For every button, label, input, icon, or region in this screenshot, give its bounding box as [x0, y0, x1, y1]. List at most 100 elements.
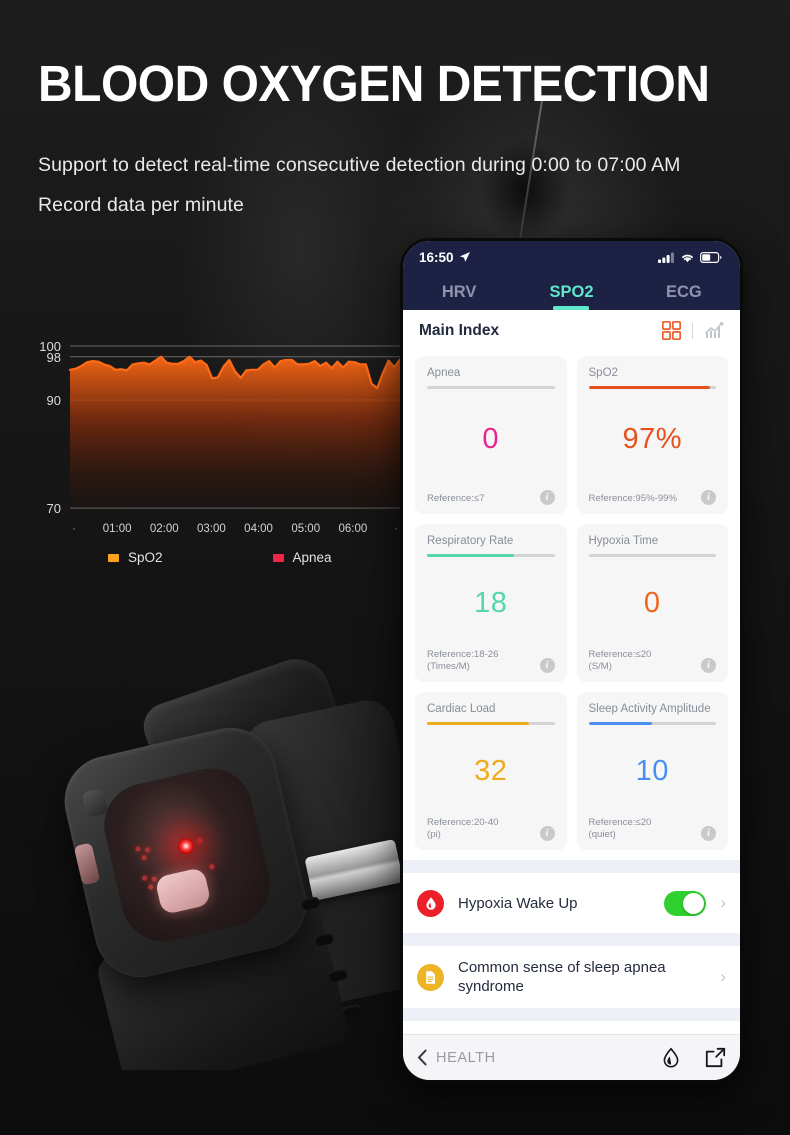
location-arrow-icon	[459, 252, 470, 262]
document-icon	[417, 963, 444, 991]
metric-card-footer: Reference:95%-99% i	[589, 490, 716, 505]
chevron-left-icon	[418, 1049, 427, 1066]
chart-x-tick-label: 06:00	[338, 523, 367, 535]
section-divider-2	[403, 933, 740, 946]
metric-card[interactable]: Hypoxia Time 0 Reference:≤20 (S/M) i	[576, 524, 728, 682]
metric-progress-track	[427, 386, 555, 389]
page-title: BLOOD OXYGEN DETECTION	[38, 55, 710, 112]
legend-swatch-apnea	[272, 553, 284, 562]
metric-card-title: Hypoxia Time	[588, 535, 659, 547]
metric-reference: Reference:≤7	[427, 493, 485, 504]
metric-card-footer: Reference:18-26 (Times/M) i	[427, 649, 555, 673]
subtitle-line-2: Record data per minute	[38, 194, 244, 216]
info-icon[interactable]: i	[701, 826, 716, 841]
chart-legend: SpO2 Apnea	[108, 550, 332, 565]
metric-reference: Reference:≤20 (quiet)	[588, 817, 652, 840]
back-to-health-button[interactable]: HEALTH	[417, 1049, 496, 1066]
metric-progress-track	[588, 386, 716, 389]
metric-card-footer: Reference:20-40 (pi) i	[427, 817, 555, 841]
metric-reference: Reference:20-40 (pi)	[427, 817, 499, 840]
smartwatch-photo	[0, 600, 420, 1070]
metric-card-title: Apnea	[427, 367, 461, 379]
battery-icon	[700, 251, 722, 263]
metric-value: 0	[643, 586, 661, 619]
info-icon[interactable]: i	[539, 490, 555, 505]
metric-value: 18	[474, 586, 508, 619]
page-subtitle: Support to detect real-time consecutive …	[38, 145, 768, 225]
metric-card-footer: Reference:≤20 (quiet) i	[588, 817, 716, 841]
chart-y-tick-label: 70	[47, 501, 61, 516]
info-icon[interactable]: i	[539, 658, 555, 673]
row-hypoxia-wake-up[interactable]: Hypoxia Wake Up ›	[403, 873, 740, 933]
status-time: 16:50	[419, 249, 454, 265]
legend-item-spo2: SpO2	[108, 550, 163, 565]
chart-x-tick-label: 02:00	[150, 523, 179, 535]
chart-x-edge-tick: ·	[394, 523, 398, 535]
chart-area-fill	[70, 356, 400, 508]
metric-reference: Reference:18-26 (Times/M)	[427, 649, 499, 672]
metric-value: 32	[474, 754, 508, 787]
phone-mockup: 16:50 HRV SPO2 ECG Main Index Apnea 0 Re…	[400, 238, 743, 1083]
chart-x-edge-tick: ·	[72, 523, 76, 535]
metric-card[interactable]: Apnea 0 Reference:≤7 i	[415, 356, 567, 514]
metric-progress-track	[427, 722, 555, 725]
legend-item-apnea: Apnea	[272, 550, 332, 565]
chart-x-tick-label: 05:00	[291, 523, 320, 535]
icon-divider	[692, 322, 693, 339]
chart-y-tick-label: 98	[47, 350, 61, 365]
tab-hrv[interactable]: HRV	[403, 283, 515, 310]
toggle-knob	[683, 892, 705, 914]
metric-card[interactable]: SpO2 97% Reference:95%-99% i	[576, 356, 728, 514]
legend-label-apnea: Apnea	[292, 550, 332, 565]
status-bar-left: 16:50	[419, 250, 471, 265]
back-label: HEALTH	[436, 1049, 496, 1066]
tab-ecg[interactable]: ECG	[628, 283, 740, 310]
legend-swatch-spo2	[108, 553, 119, 562]
phone-screen: 16:50 HRV SPO2 ECG Main Index Apnea 0 Re…	[403, 241, 740, 1080]
metric-progress-fill	[588, 386, 710, 389]
share-external-icon[interactable]	[705, 1047, 726, 1068]
wifi-icon	[682, 254, 693, 262]
metric-progress-track	[588, 722, 716, 725]
metric-progress-fill	[588, 722, 653, 725]
metric-progress-fill	[427, 722, 529, 725]
metric-value: 10	[635, 754, 669, 787]
chart-view-icon[interactable]	[704, 321, 724, 340]
chart-y-tick-label: 90	[47, 393, 61, 408]
metric-card[interactable]: Respiratory Rate 18 Reference:18-26 (Times…	[415, 524, 567, 682]
info-icon[interactable]: i	[701, 658, 716, 673]
water-drop-icon[interactable]	[661, 1047, 681, 1069]
metric-card-title: Respiratory Rate	[427, 535, 514, 547]
metric-card[interactable]: Cardiac Load 32 Reference:20-40 (pi) i	[415, 692, 567, 850]
metric-tabs: HRV SPO2 ECG	[403, 273, 740, 310]
cellular-signal-icon	[658, 252, 674, 263]
tab-spo2[interactable]: SPO2	[515, 283, 627, 310]
main-index-title: Main Index	[419, 321, 500, 339]
status-bar-right	[658, 251, 722, 263]
metric-card[interactable]: Sleep Activity Amplitude 10 Reference:≤20 …	[576, 692, 728, 850]
spo2-chart: 100 98 90 70 01:00 02:00 03:00 04:00 05:00 06:00 ·…	[22, 330, 412, 578]
metric-progress-track	[427, 554, 555, 557]
metric-progress-fill	[427, 554, 514, 557]
subtitle-line-1: Support to detect real-time consecutive …	[38, 154, 681, 176]
metric-card-footer: Reference:≤20 (S/M) i	[588, 649, 716, 673]
bottom-bar-icons	[661, 1047, 726, 1069]
spo2-chart-svg: 10098907001:00 02:00 03:00 04:00 05:00 06:00·…	[39, 339, 402, 535]
row-label-hypoxia-wake-up: Hypoxia Wake Up	[458, 894, 578, 912]
info-icon[interactable]: i	[539, 826, 555, 841]
chevron-right-icon-2: ›	[720, 967, 726, 986]
metric-value: 0	[482, 423, 500, 455]
metric-card-title: Sleep Activity Amplitude	[588, 703, 711, 715]
info-icon[interactable]: i	[701, 490, 716, 505]
row-sleep-apnea-info[interactable]: Common sense of sleep apnea syndrome ›	[403, 946, 740, 1008]
grid-view-icon[interactable]	[662, 321, 681, 340]
metric-card-title: Cardiac Load	[427, 703, 496, 715]
section-divider-1	[403, 860, 740, 873]
metric-card-footer: Reference:≤7 i	[427, 490, 555, 505]
view-switcher	[662, 321, 724, 340]
main-index-header: Main Index	[403, 310, 740, 351]
chart-x-tick-label: 03:00	[197, 523, 226, 535]
status-bar: 16:50	[403, 241, 740, 273]
hypoxia-wake-up-toggle[interactable]	[664, 890, 707, 916]
metric-reference: Reference:≤20 (S/M)	[588, 649, 652, 672]
